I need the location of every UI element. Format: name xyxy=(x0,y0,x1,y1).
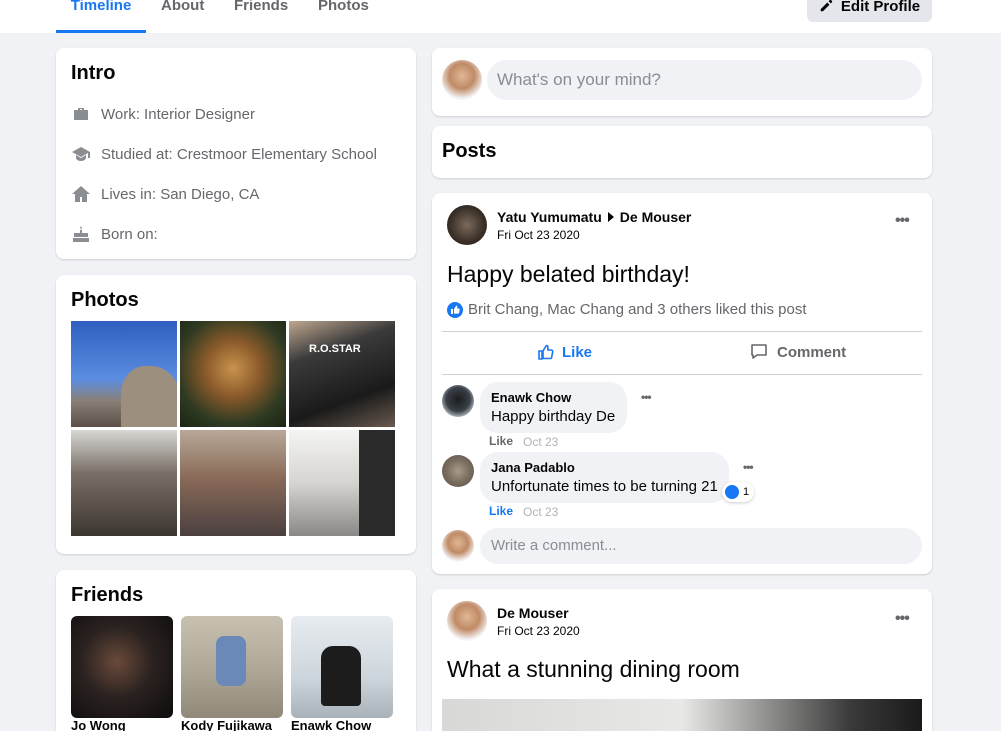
divider xyxy=(442,331,922,332)
post-card: Yatu Yumumatu De Mouser Fri Oct 23 2020 … xyxy=(432,193,932,574)
comment-author[interactable]: Enawk Chow xyxy=(491,390,571,405)
post-text: What a stunning dining room xyxy=(447,656,740,682)
arrow-right-icon xyxy=(607,212,614,222)
like-label: Like xyxy=(562,343,593,361)
edit-profile-label: Edit Profile xyxy=(840,0,921,15)
photo-living-room[interactable] xyxy=(180,430,286,536)
photos-title: Photos xyxy=(71,289,139,311)
comment-author[interactable]: Jana Padablo xyxy=(491,460,575,475)
profile-nav: Timeline About Friends Photos Edit Profi… xyxy=(0,0,1001,33)
avatar[interactable] xyxy=(442,455,474,487)
intro-work: Work: Interior Designer xyxy=(71,104,255,124)
comment-reaction-badge[interactable]: 1 xyxy=(722,482,755,502)
intro-lives: Lives in: San Diego, CA xyxy=(71,184,259,204)
pencil-icon xyxy=(820,0,833,12)
likes-summary[interactable]: Brit Chang, Mac Chang and 3 others liked… xyxy=(447,301,807,318)
tab-friends[interactable]: Friends xyxy=(234,0,288,33)
comment-icon xyxy=(751,344,767,359)
post-date[interactable]: Fri Oct 23 2020 xyxy=(497,228,580,242)
comment-button[interactable]: Comment xyxy=(750,343,846,361)
home-icon xyxy=(72,186,90,202)
more-options-icon[interactable]: ••• xyxy=(895,610,910,628)
comment-bubble: Enawk Chow Happy birthday De xyxy=(480,382,627,433)
post-date[interactable]: Fri Oct 23 2020 xyxy=(497,624,580,638)
thumbs-up-icon xyxy=(538,344,554,360)
comment-date[interactable]: Oct 23 xyxy=(523,435,558,449)
intro-lives-text: Lives in: San Diego, CA xyxy=(101,185,260,203)
tab-timeline[interactable]: Timeline xyxy=(56,0,146,33)
intro-born-text: Born on: xyxy=(101,225,158,243)
divider xyxy=(442,374,922,375)
intro-card: Intro Work: Interior Designer Studied at… xyxy=(56,48,416,259)
edit-profile-button[interactable]: Edit Profile xyxy=(807,0,932,22)
comment-text: Happy birthday De xyxy=(491,408,616,425)
like-button[interactable]: Like xyxy=(537,343,592,361)
post-author[interactable]: De Mouser xyxy=(497,605,569,621)
friend-name-enawk-chow[interactable]: Enawk Chow xyxy=(291,718,371,731)
tab-photos[interactable]: Photos xyxy=(318,0,369,33)
comment-date[interactable]: Oct 23 xyxy=(523,505,558,519)
comment-like-link[interactable]: Like xyxy=(489,504,513,518)
intro-studied-text: Studied at: Crestmoor Elementary School xyxy=(101,145,377,163)
friend-photo-jo-wong[interactable] xyxy=(71,616,173,718)
post-text: Happy belated birthday! xyxy=(447,261,690,287)
more-options-icon[interactable]: ••• xyxy=(895,212,910,230)
like-reaction-icon xyxy=(447,301,463,318)
photo-dog[interactable] xyxy=(180,321,286,427)
photo-store[interactable] xyxy=(71,430,177,536)
comment-text: Unfortunate times to be turning 21 xyxy=(491,478,718,495)
friend-photo-kody-fujikawa[interactable] xyxy=(181,616,283,718)
reaction-count: 1 xyxy=(743,486,750,498)
composer-input[interactable]: What's on your mind? xyxy=(487,60,922,100)
comment-input[interactable]: Write a comment... xyxy=(480,528,922,564)
friends-card: Friends Jo Wong Kody Fujikawa Enawk Chow xyxy=(56,570,416,731)
intro-work-text: Work: Interior Designer xyxy=(101,105,255,123)
avatar[interactable] xyxy=(447,205,487,245)
graduation-cap-icon xyxy=(72,147,90,161)
comment-options-icon[interactable]: ••• xyxy=(641,390,652,404)
friend-name-jo-wong[interactable]: Jo Wong xyxy=(71,718,126,731)
comment-options-icon[interactable]: ••• xyxy=(743,460,754,474)
posts-title: Posts xyxy=(442,140,497,162)
avatar[interactable] xyxy=(442,60,482,100)
comment-bubble: Jana Padablo Unfortunate times to be tur… xyxy=(480,452,729,503)
avatar[interactable] xyxy=(447,601,487,641)
photos-card: Photos R.O.STAR xyxy=(56,275,416,554)
post-card: De Mouser Fri Oct 23 2020 ••• What a stu… xyxy=(432,589,932,731)
friends-title: Friends xyxy=(71,584,144,606)
likes-summary-text: Brit Chang, Mac Chang and 3 others liked… xyxy=(468,301,807,318)
birthday-cake-icon xyxy=(73,226,89,242)
post-header: Yatu Yumumatu De Mouser xyxy=(497,209,691,225)
post-target[interactable]: De Mouser xyxy=(620,209,692,225)
comment-label: Comment xyxy=(777,343,847,361)
post-author[interactable]: Yatu Yumumatu xyxy=(497,209,602,225)
intro-studied: Studied at: Crestmoor Elementary School xyxy=(71,144,377,164)
photo-climber[interactable] xyxy=(71,321,177,427)
intro-title: Intro xyxy=(71,62,116,84)
photo-cup[interactable]: R.O.STAR xyxy=(289,321,395,427)
avatar[interactable] xyxy=(442,385,474,417)
posts-header-card: Posts xyxy=(432,126,932,178)
intro-born: Born on: xyxy=(71,224,158,244)
like-reaction-icon xyxy=(725,485,739,499)
photo-dining-room-thumb[interactable] xyxy=(289,430,395,536)
post-image[interactable] xyxy=(442,699,922,731)
comment-like-link[interactable]: Like xyxy=(489,434,513,448)
briefcase-icon xyxy=(74,108,88,120)
avatar[interactable] xyxy=(442,530,474,562)
tab-about[interactable]: About xyxy=(161,0,204,33)
friend-photo-enawk-chow[interactable] xyxy=(291,616,393,718)
composer-card: What's on your mind? xyxy=(432,48,932,116)
friend-name-kody-fujikawa[interactable]: Kody Fujikawa xyxy=(181,718,272,731)
